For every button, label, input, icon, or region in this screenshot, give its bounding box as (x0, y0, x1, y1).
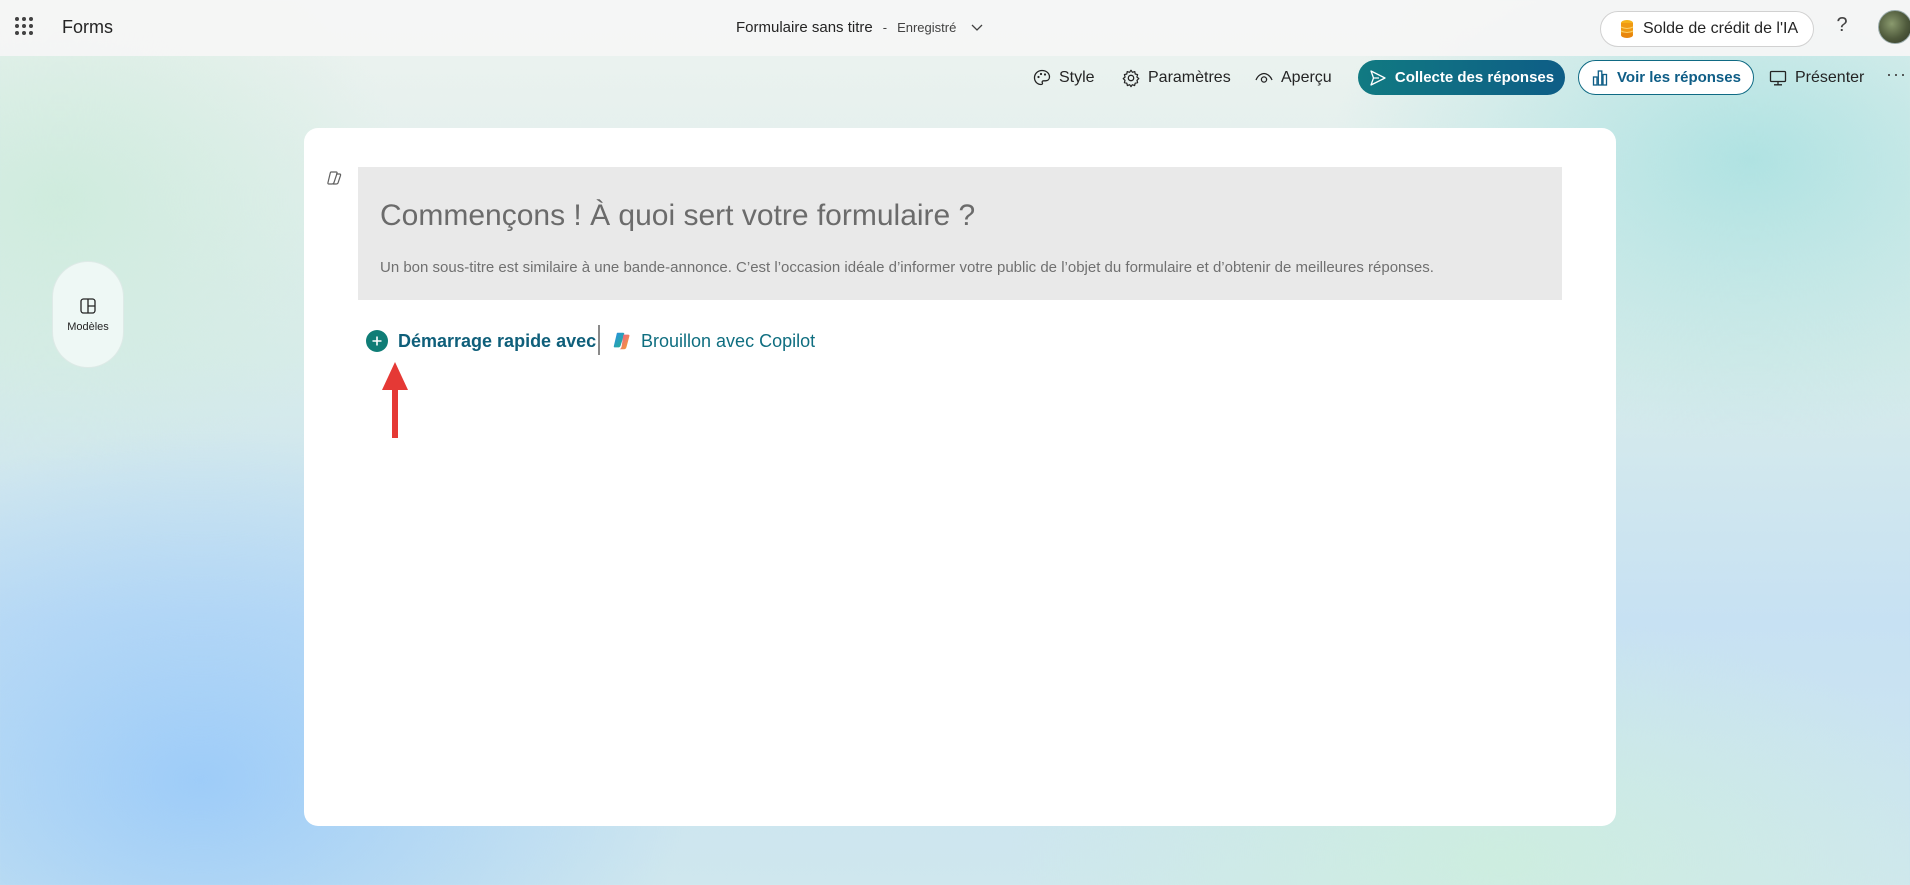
annotation-arrow-icon (382, 362, 408, 438)
style-label: Style (1059, 69, 1095, 86)
save-status: Enregistré (897, 19, 957, 35)
copilot-icon (613, 332, 630, 350)
copilot-icon[interactable] (325, 169, 343, 187)
document-title-separator: - (882, 19, 888, 35)
avatar[interactable] (1878, 10, 1910, 44)
plus-circle-icon (366, 330, 388, 352)
palette-icon (1033, 69, 1051, 86)
document-title-menu[interactable]: Formulaire sans titre - Enregistré (736, 17, 984, 37)
settings-button[interactable]: Paramètres (1121, 66, 1231, 90)
gear-icon (1122, 69, 1140, 88)
style-button[interactable]: Style (1032, 66, 1095, 90)
present-label: Présenter (1795, 69, 1865, 86)
present-button[interactable]: Présenter (1768, 66, 1864, 90)
more-options-icon[interactable]: ··· (1886, 64, 1908, 88)
ai-credit-balance-label: Solde de crédit de l'IA (1643, 20, 1799, 37)
app-launcher-icon[interactable] (15, 17, 33, 35)
form-title-input[interactable]: Commençons ! À quoi sert votre formulair… (380, 199, 975, 233)
preview-label: Aperçu (1281, 69, 1332, 86)
form-subtitle-input[interactable]: Un bon sous-titre est similaire à une ba… (380, 259, 1434, 276)
collect-responses-button[interactable]: Collecte des réponses (1358, 60, 1565, 95)
ai-credit-balance-button[interactable]: Solde de crédit de l'IA (1600, 11, 1814, 47)
eye-icon (1255, 72, 1273, 83)
form-header: Commençons ! À quoi sert votre formulair… (358, 167, 1562, 300)
coin-stack-icon (1620, 20, 1634, 38)
monitor-icon (1769, 70, 1787, 86)
view-responses-label: Voir les réponses (1617, 69, 1741, 86)
view-responses-button[interactable]: Voir les réponses (1578, 60, 1754, 95)
top-bar: Forms Formulaire sans titre - Enregistré… (0, 0, 1910, 56)
preview-button[interactable]: Aperçu (1254, 66, 1332, 90)
templates-button[interactable]: Modèles (52, 261, 124, 368)
divider (598, 325, 600, 355)
collect-responses-label: Collecte des réponses (1394, 69, 1555, 86)
bar-chart-icon (1592, 69, 1608, 86)
copilot-draft-label: Brouillon avec Copilot (641, 330, 816, 351)
app-name[interactable]: Forms (62, 17, 113, 38)
copilot-draft-button[interactable]: Brouillon avec Copilot (611, 329, 815, 353)
layout-icon (80, 297, 96, 314)
quick-start-label: Démarrage rapide avec (398, 330, 597, 351)
settings-label: Paramètres (1148, 69, 1231, 86)
form-canvas: Commençons ! À quoi sert votre formulair… (304, 128, 1616, 826)
templates-label: Modèles (67, 320, 109, 333)
document-title: Formulaire sans titre (736, 18, 873, 36)
quick-start-button[interactable]: Démarrage rapide avec (366, 329, 596, 353)
help-icon[interactable]: ? (1832, 14, 1852, 38)
chevron-down-icon (971, 24, 983, 31)
send-icon (1370, 69, 1386, 86)
